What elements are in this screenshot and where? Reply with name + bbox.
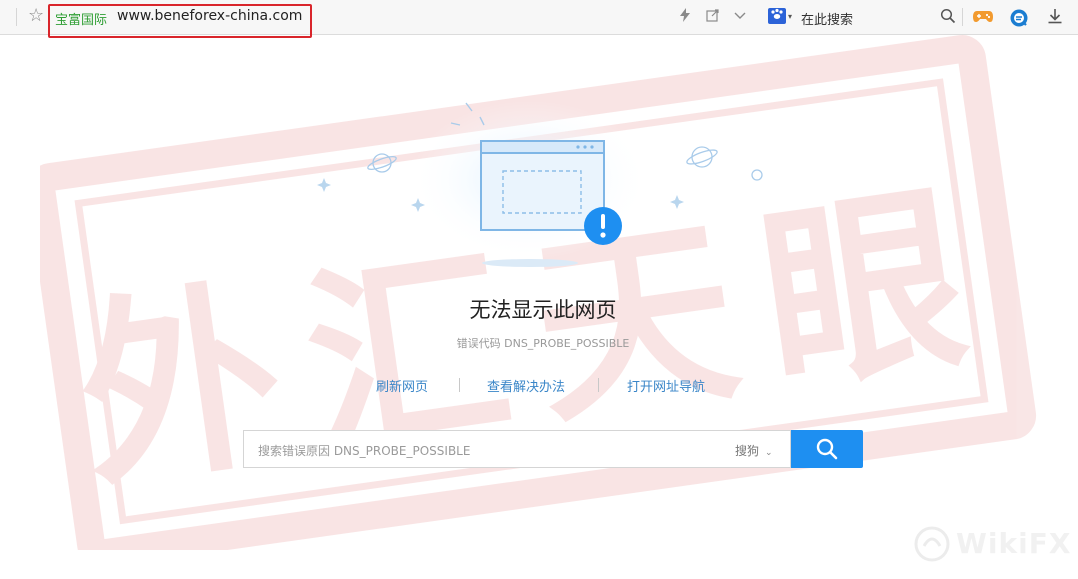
error-actions: 刷新网页 查看解决办法 打开网址导航 <box>0 376 1078 396</box>
error-title: 无法显示此网页 <box>469 298 617 322</box>
error-search-box[interactable]: 搜索错误原因 DNS_PROBE_POSSIBLE 搜狗 ⌄ <box>243 430 791 468</box>
link-divider <box>459 378 460 392</box>
toolbar-separator <box>16 8 17 26</box>
search-input[interactable]: 搜索错误原因 DNS_PROBE_POSSIBLE <box>258 442 470 459</box>
search-icon <box>816 438 838 460</box>
search-engine-icon[interactable] <box>768 8 786 24</box>
error-code: 错误代码 DNS_PROBE_POSSIBLE <box>456 337 630 350</box>
open-nav-link[interactable]: 打开网址导航 <box>627 376 705 395</box>
link-divider <box>598 378 599 392</box>
lightning-icon[interactable] <box>676 8 694 26</box>
search-button[interactable] <box>791 430 863 468</box>
engine-select[interactable]: 搜狗 ⌄ <box>735 442 773 459</box>
star-icon[interactable]: ☆ <box>28 6 44 26</box>
view-solution-link[interactable]: 查看解决办法 <box>487 376 565 395</box>
chevron-down-icon: ⌄ <box>765 448 773 458</box>
download-icon[interactable] <box>1046 8 1064 26</box>
error-illustration <box>317 100 763 267</box>
wikifx-logo-icon <box>914 526 950 562</box>
game-icon[interactable] <box>972 8 994 26</box>
refresh-link[interactable]: 刷新网页 <box>376 376 428 395</box>
engine-select-label: 搜狗 <box>735 444 760 458</box>
toolbar-search-input[interactable]: 在此搜索 <box>801 9 853 28</box>
chevron-down-icon[interactable] <box>731 8 749 26</box>
toolbar-separator <box>962 8 963 26</box>
browser-toolbar: ☆ 宝富国际 www.beneforex-china.com ▾ 在此搜索 <box>0 0 1078 38</box>
wikifx-watermark: WikiFX <box>910 524 1070 564</box>
engine-caret-icon[interactable]: ▾ <box>788 12 792 21</box>
browser-ext-icon[interactable] <box>1009 8 1029 27</box>
magnifier-icon[interactable] <box>939 8 957 26</box>
site-name: 宝富国际 <box>55 13 108 28</box>
address-url[interactable]: www.beneforex-china.com <box>117 8 302 24</box>
share-icon[interactable] <box>704 8 722 26</box>
watermark-text: WikiFX <box>956 527 1072 560</box>
